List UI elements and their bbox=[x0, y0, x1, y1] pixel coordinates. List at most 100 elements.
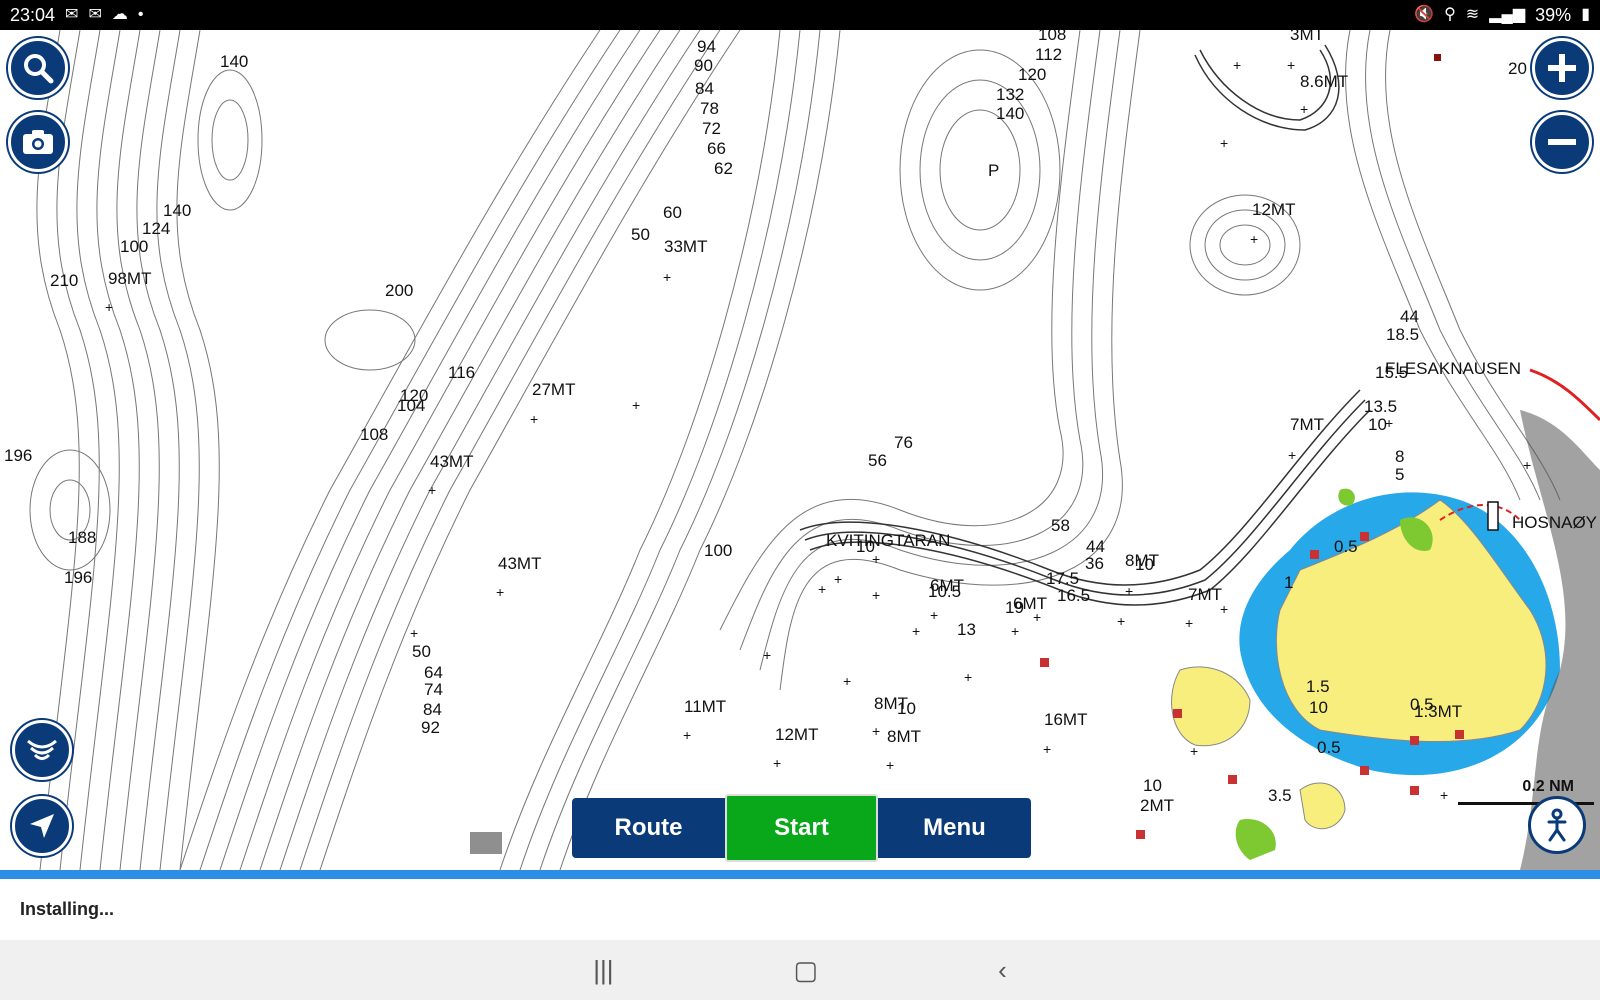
person-button[interactable] bbox=[1528, 796, 1586, 854]
depth-label: 72 bbox=[702, 119, 721, 138]
sounding-mark: + bbox=[1220, 601, 1229, 617]
depth-label: 210 bbox=[50, 271, 79, 290]
depth-label: 15.5 bbox=[1375, 363, 1409, 382]
depth-label: 7MT bbox=[1290, 415, 1324, 434]
system-nav-bar: ||| ▢ ‹ bbox=[0, 940, 1600, 1000]
sounding-mark: + bbox=[773, 755, 782, 771]
sonar-button[interactable] bbox=[12, 720, 72, 780]
depth-label: 50 bbox=[412, 642, 431, 661]
sounding-mark: + bbox=[1220, 135, 1229, 151]
depth-label: 60 bbox=[663, 203, 682, 222]
depth-label: 66 bbox=[707, 139, 726, 158]
depth-label: 27MT bbox=[532, 380, 576, 399]
depth-label: 94 bbox=[697, 37, 716, 56]
sounding-mark: + bbox=[930, 607, 939, 623]
depth-label: 116 bbox=[448, 363, 476, 382]
depth-label: 18.5 bbox=[1386, 325, 1420, 344]
depth-label: 56 bbox=[868, 451, 887, 470]
home-icon[interactable]: ▢ bbox=[794, 955, 819, 986]
route-button[interactable]: Route bbox=[572, 798, 725, 858]
install-text: Installing... bbox=[20, 899, 115, 919]
depth-label: 10.5 bbox=[928, 582, 962, 601]
depth-label: 44 bbox=[1400, 307, 1419, 326]
zoom-in-button[interactable] bbox=[1532, 38, 1592, 98]
depth-label: 100 bbox=[120, 237, 149, 256]
depth-label: 13 bbox=[957, 620, 976, 639]
sounding-mark: + bbox=[496, 584, 505, 600]
mute-icon: 🔇 bbox=[1414, 6, 1435, 23]
place-name: KVITINGTARAN bbox=[826, 531, 951, 550]
depth-label: 200 bbox=[385, 281, 414, 300]
sounding-mark: + bbox=[1011, 623, 1020, 639]
sounding-mark: + bbox=[834, 571, 843, 587]
sounding-mark: + bbox=[872, 587, 881, 603]
status-time: 23:04 bbox=[10, 4, 56, 25]
camera-button[interactable] bbox=[8, 112, 68, 172]
depth-label: 100 bbox=[704, 541, 733, 560]
depth-label: 76 bbox=[894, 433, 913, 452]
search-button[interactable] bbox=[8, 38, 68, 98]
sounding-mark: + bbox=[872, 551, 881, 567]
depth-label: 124 bbox=[142, 219, 171, 238]
depth-label: 84 bbox=[695, 79, 714, 98]
back-icon[interactable]: ‹ bbox=[998, 955, 1007, 986]
email-icon: ✉ bbox=[88, 6, 102, 23]
navigation-arrow-icon bbox=[30, 814, 54, 838]
start-button[interactable]: Start bbox=[725, 794, 878, 862]
depth-label: 1.3MT bbox=[1414, 702, 1463, 721]
sounding-mark: + bbox=[428, 482, 437, 498]
sounding-mark: + bbox=[763, 647, 772, 663]
depth-label: 90 bbox=[694, 56, 713, 75]
sounding-mark: + bbox=[872, 723, 881, 739]
depth-label: 84 bbox=[423, 700, 442, 719]
depth-label: 140 bbox=[163, 201, 192, 220]
depth-label: 17.5 bbox=[1046, 569, 1080, 588]
mail-icon: ✉ bbox=[65, 6, 79, 23]
sounding-mark: + bbox=[1287, 57, 1296, 73]
wifi-icon: ≋ bbox=[1465, 6, 1480, 23]
sounding-mark: + bbox=[912, 623, 921, 639]
sounding-mark: + bbox=[1300, 101, 1309, 117]
scale-label: 0.2 NM bbox=[1522, 778, 1574, 795]
sounding-mark: + bbox=[1043, 741, 1052, 757]
depth-label: 10 bbox=[897, 699, 916, 718]
location-icon: ⚲ bbox=[1444, 6, 1456, 23]
depth-label: 132 bbox=[996, 85, 1025, 104]
navigate-button[interactable] bbox=[12, 796, 72, 856]
sounding-mark: + bbox=[1190, 743, 1199, 759]
depth-label: 10 bbox=[1135, 555, 1154, 574]
depth-label: 8 bbox=[1395, 447, 1405, 466]
nautical-chart[interactable]: KVITINGTARAN FLESAKNAUSEN HOSNAØY 140 14… bbox=[0, 30, 1600, 870]
depth-label: 12MT bbox=[775, 725, 819, 744]
depth-label: 13.5 bbox=[1364, 397, 1398, 416]
sounding-mark: + bbox=[818, 581, 827, 597]
status-left: 23:04 ✉ ✉ ☁ • bbox=[10, 5, 143, 26]
sounding-mark: + bbox=[886, 757, 895, 773]
depth-label: 2MT bbox=[1140, 796, 1174, 815]
recents-icon[interactable]: ||| bbox=[593, 955, 613, 986]
sounding-mark: + bbox=[843, 673, 852, 689]
depth-label: 140 bbox=[220, 52, 249, 71]
depth-label: 6MT bbox=[1013, 594, 1047, 613]
depth-label: 196 bbox=[4, 446, 33, 465]
depth-label: 112 bbox=[1035, 45, 1063, 64]
zoom-out-button[interactable] bbox=[1532, 112, 1592, 172]
depth-label: 10 bbox=[1143, 776, 1162, 795]
depth-label: 43MT bbox=[430, 452, 474, 471]
lighthouse-mark bbox=[1487, 501, 1499, 531]
depth-label: 108 bbox=[1038, 30, 1067, 44]
depth-label: 5 bbox=[1395, 465, 1405, 484]
depth-label: 10 bbox=[1309, 698, 1328, 717]
sounding-mark: + bbox=[1440, 787, 1449, 803]
place-name: HOSNAØY bbox=[1512, 513, 1598, 532]
sounding-mark: + bbox=[1033, 609, 1042, 625]
menu-button[interactable]: Menu bbox=[878, 798, 1031, 858]
depth-label: 7MT bbox=[1188, 585, 1222, 604]
depth-label: 62 bbox=[714, 159, 733, 178]
sounding-mark: + bbox=[1117, 613, 1126, 629]
depth-label: 8MT bbox=[887, 727, 921, 746]
cloud-icon: ☁ bbox=[111, 6, 128, 23]
battery-icon: ▮ bbox=[1581, 6, 1590, 23]
depth-label: 120 bbox=[1018, 65, 1047, 84]
sounding-mark: + bbox=[1233, 57, 1242, 73]
